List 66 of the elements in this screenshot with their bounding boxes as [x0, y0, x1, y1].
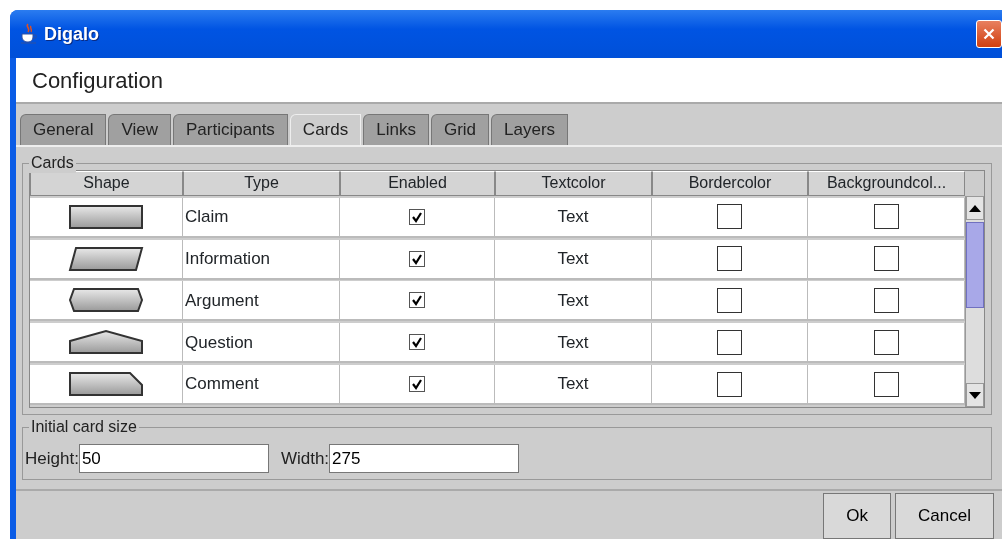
table-cell-text: Comment — [185, 373, 259, 396]
close-icon — [983, 26, 995, 42]
tab[interactable]: Layers — [491, 114, 569, 145]
color-swatch[interactable] — [717, 371, 742, 397]
column-header[interactable]: Backgroundcol... — [808, 171, 965, 196]
color-swatch[interactable] — [873, 329, 899, 355]
color-swatch[interactable] — [873, 204, 899, 230]
scroll-down-button[interactable] — [966, 383, 984, 407]
table-cell-text: Text — [557, 331, 589, 354]
check-icon — [411, 294, 423, 307]
check-icon — [411, 336, 423, 349]
table-cell-text: Text — [557, 247, 589, 270]
input-field[interactable]: 275 — [329, 444, 520, 473]
scrollbar[interactable] — [965, 196, 984, 407]
tab[interactable]: Cards — [289, 114, 362, 145]
scroll-thumb[interactable] — [966, 222, 984, 308]
tab[interactable]: View — [108, 114, 172, 145]
column-header[interactable]: Type — [183, 171, 340, 196]
table-cell-text: Claim — [185, 206, 229, 229]
window-title: Digalo — [44, 22, 99, 46]
table-cell-text: Question — [185, 331, 254, 354]
input-field[interactable]: 50 — [78, 444, 269, 473]
color-swatch[interactable] — [717, 288, 742, 313]
color-swatch[interactable] — [873, 288, 899, 313]
card-shape-icon — [68, 371, 144, 398]
column-header[interactable]: Shape — [30, 171, 183, 196]
card-shape-icon — [68, 329, 144, 356]
field-label: Width: — [280, 447, 330, 470]
dialog-button[interactable]: Ok — [823, 493, 892, 539]
color-swatch[interactable] — [873, 246, 899, 272]
table-cell-text: Text — [557, 373, 589, 396]
dialog-button[interactable]: Cancel — [895, 493, 994, 539]
color-swatch[interactable] — [717, 246, 742, 272]
check-icon — [411, 378, 423, 391]
checkbox[interactable] — [409, 376, 425, 393]
up-arrow-icon — [969, 204, 981, 212]
checkbox[interactable] — [409, 292, 425, 309]
tab[interactable]: Participants — [173, 114, 288, 145]
card-shape-icon — [68, 245, 144, 272]
column-header[interactable]: Textcolor — [495, 171, 652, 196]
checkbox[interactable] — [409, 250, 425, 267]
table-cell-text: Information — [185, 247, 271, 270]
table-cell-text: Text — [557, 289, 589, 312]
card-shape-icon — [68, 203, 144, 230]
checkbox[interactable] — [409, 208, 425, 225]
check-icon — [411, 252, 423, 265]
tab[interactable]: Links — [363, 114, 429, 145]
tab[interactable]: Grid — [430, 114, 490, 145]
check-icon — [411, 210, 423, 223]
scroll-up-button[interactable] — [966, 196, 984, 220]
group-title: Cards — [29, 153, 76, 173]
column-header[interactable]: Bordercolor — [652, 171, 808, 196]
color-swatch[interactable] — [873, 371, 899, 397]
down-arrow-icon — [969, 391, 981, 399]
dialog-heading: Configuration — [32, 66, 163, 95]
column-header[interactable]: Enabled — [340, 171, 495, 196]
table-cell-text: Argument — [185, 289, 259, 312]
coffee-cup-icon — [20, 23, 38, 45]
color-swatch[interactable] — [717, 329, 742, 355]
close-button[interactable] — [976, 20, 1002, 48]
color-swatch[interactable] — [717, 204, 742, 230]
card-shape-icon — [68, 287, 144, 314]
field-label: Height: — [25, 447, 79, 470]
tab[interactable]: General — [20, 114, 107, 145]
table-cell-text: Text — [557, 206, 589, 229]
checkbox[interactable] — [409, 334, 425, 351]
